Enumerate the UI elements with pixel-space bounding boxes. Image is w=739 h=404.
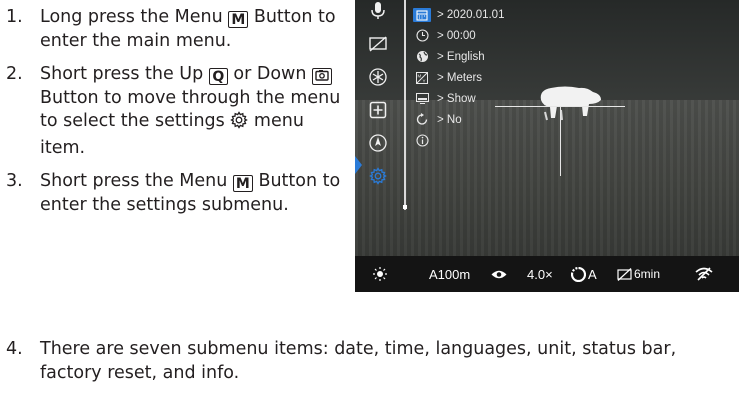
step-number: 3. bbox=[6, 171, 23, 191]
menu-divider bbox=[404, 0, 406, 210]
menu-key-icon: M bbox=[232, 175, 253, 192]
info-icon bbox=[413, 134, 431, 148]
settings-icon[interactable] bbox=[367, 165, 389, 187]
menu-item-value: > Meters bbox=[437, 71, 483, 84]
unit-icon: MY bbox=[413, 71, 431, 85]
menu-key-icon: M bbox=[228, 11, 249, 28]
compass-icon[interactable] bbox=[367, 132, 389, 154]
step-3: 3. Short press the Menu M Button to ente… bbox=[6, 170, 346, 217]
zoom-level: 4.0× bbox=[527, 266, 553, 282]
step-text: Short press the Menu bbox=[40, 171, 228, 191]
instruction-steps: 1. Long press the Menu M Button to enter… bbox=[6, 6, 346, 217]
step-text: Short press the Up bbox=[40, 64, 204, 84]
menu-item-factory-reset[interactable]: > No bbox=[413, 109, 613, 130]
step-4: 4. There are seven submenu items: date, … bbox=[6, 338, 734, 385]
palette-mode: A bbox=[588, 266, 597, 282]
wifi-off-icon bbox=[695, 256, 713, 292]
menu-item-value: > No bbox=[437, 113, 462, 126]
timer-value: 6min bbox=[634, 267, 661, 281]
plus-box-icon[interactable] bbox=[367, 99, 389, 121]
step-number: 4. bbox=[6, 339, 23, 359]
eye-icon bbox=[491, 256, 507, 292]
globe-icon bbox=[413, 50, 431, 64]
sun-icon bbox=[373, 256, 387, 292]
auto-off-timer: 6min bbox=[617, 256, 660, 292]
microphone-icon[interactable] bbox=[367, 0, 389, 22]
mode-indicator: A100m bbox=[429, 266, 471, 282]
menu-item-value: > 00:00 bbox=[437, 29, 476, 42]
menu-item-unit[interactable]: MY > Meters bbox=[413, 67, 613, 88]
menu-item-status-bar[interactable]: > Show bbox=[413, 88, 613, 109]
status-bar-icon bbox=[413, 92, 431, 106]
settings-gear-icon bbox=[230, 111, 249, 137]
step-number: 1. bbox=[6, 7, 23, 27]
menu-item-language[interactable]: > English bbox=[413, 46, 613, 67]
calendar-icon bbox=[413, 7, 431, 22]
svg-text:M: M bbox=[418, 73, 422, 78]
reset-icon bbox=[413, 113, 431, 127]
step-text: Long press the Menu bbox=[40, 7, 223, 27]
menu-item-time[interactable]: > 00:00 bbox=[413, 25, 613, 46]
display-off-icon[interactable] bbox=[367, 33, 389, 55]
down-key-icon bbox=[312, 68, 333, 85]
menu-item-info[interactable] bbox=[413, 130, 613, 151]
step-2: 2. Short press the Up Q or Down Button t… bbox=[6, 63, 346, 160]
up-key-icon: Q bbox=[208, 68, 228, 85]
device-screen: > 2020.01.01 > 00:00 > English MY > Mete… bbox=[355, 0, 739, 292]
step-1: 1. Long press the Menu M Button to enter… bbox=[6, 6, 346, 53]
clock-icon bbox=[413, 29, 431, 43]
palette-indicator: A bbox=[571, 256, 597, 292]
snowflake-icon[interactable] bbox=[367, 66, 389, 88]
main-menu-icons bbox=[355, 0, 403, 256]
scroll-indicator bbox=[403, 205, 407, 209]
menu-item-value: > English bbox=[437, 50, 485, 63]
svg-text:Y: Y bbox=[423, 78, 426, 83]
status-bar: A100m 4.0× A 6min bbox=[355, 256, 739, 292]
step-text: or Down bbox=[233, 64, 307, 84]
step-text: There are seven submenu items: date, tim… bbox=[40, 339, 677, 383]
menu-item-value: > 2020.01.01 bbox=[437, 8, 505, 21]
menu-item-value: > Show bbox=[437, 92, 476, 105]
menu-item-date[interactable]: > 2020.01.01 bbox=[413, 4, 613, 25]
settings-submenu: > 2020.01.01 > 00:00 > English MY > Mete… bbox=[413, 4, 613, 151]
step-number: 2. bbox=[6, 64, 23, 84]
